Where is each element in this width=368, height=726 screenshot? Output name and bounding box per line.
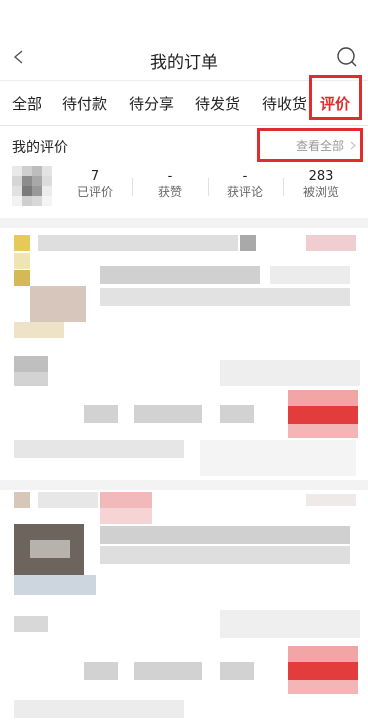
stat-likes-label: 获赞 — [157, 185, 182, 199]
top-nav-bar: 我的订单 — [0, 0, 368, 80]
stat-reviewed[interactable]: 7 已评价 — [60, 170, 130, 200]
blurred-block — [200, 440, 356, 476]
page-title: 我的订单 — [150, 53, 218, 73]
stat-divider — [283, 178, 284, 196]
stat-reviewed-value: 7 — [90, 169, 100, 184]
section-divider — [0, 218, 368, 228]
stat-divider — [208, 178, 209, 196]
action-button[interactable] — [220, 405, 254, 423]
product-title — [100, 526, 350, 544]
shop-icon — [14, 492, 30, 508]
blurred-block — [30, 540, 70, 558]
stat-likes[interactable]: - 获赞 — [135, 170, 205, 200]
stat-views-label: 被浏览 — [302, 185, 339, 199]
blurred-block — [100, 492, 152, 508]
stat-comments[interactable]: - 获评论 — [210, 170, 280, 200]
tab-pending-share[interactable]: 待分享 — [129, 93, 174, 114]
blurred-block — [14, 372, 48, 386]
blurred-block — [14, 575, 96, 595]
blurred-block — [14, 322, 64, 338]
stat-views[interactable]: 283 被浏览 — [286, 170, 356, 200]
blurred-block — [270, 266, 350, 284]
blurred-block — [288, 424, 358, 438]
stat-views-value: 283 — [308, 169, 334, 184]
blurred-block — [288, 680, 358, 694]
action-button[interactable] — [84, 405, 118, 423]
review-button[interactable] — [288, 662, 358, 680]
product-spec — [100, 546, 350, 564]
highlight-box-review-tab — [309, 75, 362, 120]
blurred-block — [288, 390, 358, 406]
blurred-block — [14, 440, 184, 458]
order-status — [306, 494, 356, 506]
product-image[interactable] — [30, 286, 86, 322]
blurred-block — [100, 508, 152, 524]
stat-reviewed-label: 已评价 — [76, 185, 113, 199]
blurred-block — [240, 235, 256, 251]
stat-comments-value: - — [242, 169, 248, 184]
action-button[interactable] — [134, 405, 202, 423]
shop-name — [38, 235, 238, 251]
action-button[interactable] — [134, 662, 202, 680]
my-reviews-title: 我的评价 — [12, 140, 68, 156]
tab-pending-shipment[interactable]: 待发货 — [195, 93, 240, 114]
search-icon[interactable] — [336, 46, 358, 68]
shop-name — [38, 492, 98, 508]
section-divider — [0, 480, 368, 490]
stat-comments-label: 获评论 — [226, 185, 263, 199]
product-title — [100, 266, 260, 284]
tab-pending-receipt[interactable]: 待收货 — [262, 93, 307, 114]
price-row — [220, 610, 360, 638]
blurred-block — [14, 616, 48, 632]
action-button[interactable] — [220, 662, 254, 680]
blurred-block — [14, 700, 184, 718]
tab-all[interactable]: 全部 — [12, 93, 42, 114]
shop-icon — [14, 235, 30, 251]
stat-divider — [132, 178, 133, 196]
price-row — [220, 360, 360, 386]
action-button[interactable] — [84, 662, 118, 680]
blurred-block — [14, 270, 30, 286]
review-button[interactable] — [288, 406, 358, 424]
order-status — [306, 235, 356, 251]
stat-likes-value: - — [167, 169, 173, 184]
product-spec — [100, 288, 350, 306]
blurred-block — [14, 356, 48, 372]
blurred-block — [288, 646, 358, 662]
tab-pending-payment[interactable]: 待付款 — [62, 93, 107, 114]
highlight-box-view-all — [257, 128, 363, 162]
avatar — [12, 166, 52, 206]
blurred-block — [14, 253, 30, 269]
